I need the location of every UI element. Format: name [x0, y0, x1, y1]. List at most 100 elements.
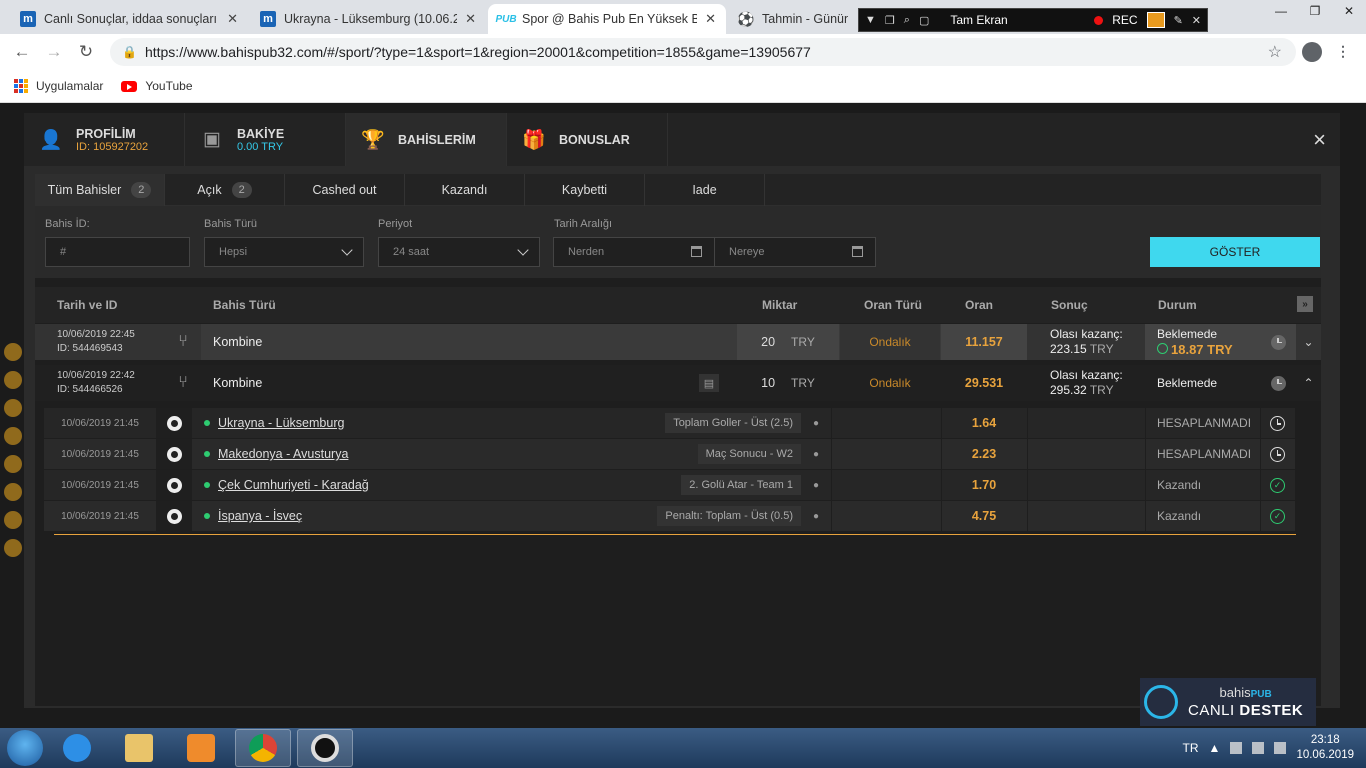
- subtab-cashed-out[interactable]: Cashed out: [285, 174, 405, 206]
- selection-match-link[interactable]: Makedonya - Avusturya: [204, 439, 348, 469]
- period-select[interactable]: 24 saat: [378, 237, 540, 267]
- status-icon-cell: ✓: [1260, 501, 1295, 531]
- stats-icon[interactable]: ●: [801, 501, 831, 531]
- close-tab-icon[interactable]: ✕: [465, 11, 476, 27]
- tab-balance[interactable]: ▣ BAKİYE 0.00 TRY: [185, 113, 346, 166]
- tray-expand-icon[interactable]: ▲: [1209, 741, 1221, 755]
- close-tab-icon[interactable]: ✕: [227, 11, 238, 27]
- close-recorder-icon[interactable]: ✕: [1192, 14, 1201, 27]
- rec-label[interactable]: REC: [1112, 13, 1137, 27]
- tab-bonuses[interactable]: 🎁 BONUSLAR: [507, 113, 668, 166]
- tab-my-bets[interactable]: 🏆 BAHİSLERİM: [346, 113, 507, 166]
- back-icon[interactable]: ←: [6, 42, 38, 62]
- volume-icon[interactable]: [1274, 742, 1287, 754]
- pen-icon[interactable]: ✎: [1174, 14, 1183, 27]
- stats-icon[interactable]: ●: [801, 408, 831, 438]
- result-currency: TRY: [1089, 342, 1114, 356]
- language-indicator[interactable]: TR: [1183, 741, 1199, 755]
- subtab-lost[interactable]: Kaybetti: [525, 174, 645, 206]
- region-icon[interactable]: ▢: [919, 14, 929, 27]
- zoom-icon[interactable]: ⌕: [904, 14, 910, 27]
- taskbar-chrome[interactable]: [235, 729, 291, 767]
- browser-tab-2[interactable]: m Ukrayna - Lüksemburg (10.06.20 ✕: [250, 4, 486, 34]
- browser-tab-4[interactable]: ⚽ Tahmin - Günün R: [728, 4, 858, 34]
- selection-match-link[interactable]: İspanya - İsveç: [204, 501, 302, 531]
- bet-row[interactable]: 10/06/2019 22:42 ID: 544466526 ⑂ Kombine …: [35, 365, 1321, 401]
- bookmark-youtube[interactable]: YouTube: [121, 79, 193, 93]
- date-range-label: Tarih Aralığı: [554, 218, 613, 230]
- subtab-won[interactable]: Kazandı: [405, 174, 525, 206]
- browser-tab-3[interactable]: PUB Spor @ Bahis Pub En Yüksek Bah ✕: [488, 4, 726, 34]
- collapse-chevron-icon[interactable]: ⌃: [1296, 365, 1321, 401]
- clock[interactable]: 23:18 10.06.2019: [1296, 733, 1354, 763]
- bet-row[interactable]: 10/06/2019 22:45 ID: 544469543 ⑂ Kombine …: [35, 324, 1321, 360]
- bet-type-select[interactable]: Hepsi: [204, 237, 364, 267]
- camera-icon[interactable]: [1146, 12, 1165, 28]
- reload-icon[interactable]: ↻: [70, 42, 102, 62]
- close-tab-icon[interactable]: ✕: [705, 11, 716, 27]
- account-avatar-icon[interactable]: [1302, 42, 1322, 62]
- calendar-icon[interactable]: [852, 246, 863, 257]
- date-from-input[interactable]: Nerden: [553, 237, 715, 267]
- network-icon[interactable]: [1252, 742, 1265, 754]
- dropdown-icon[interactable]: ▼: [865, 14, 876, 26]
- sport-icon[interactable]: [4, 455, 22, 473]
- forward-icon[interactable]: →: [38, 42, 70, 62]
- match-name: Makedonya - Avusturya: [218, 447, 349, 461]
- gift-icon[interactable]: ▤: [699, 374, 719, 392]
- sport-icon[interactable]: [4, 483, 22, 501]
- minimize-icon[interactable]: —: [1264, 0, 1298, 22]
- clock-icon: [1270, 375, 1286, 391]
- brand-suffix: PUB: [1250, 689, 1272, 700]
- selection-match-link[interactable]: Çek Cumhuriyeti - Karadağ: [204, 470, 369, 500]
- calendar-icon[interactable]: [691, 246, 702, 257]
- bet-type-label: Bahis Türü: [204, 218, 257, 230]
- subtab-open[interactable]: Açık 2: [165, 174, 285, 206]
- subtab-all-bets[interactable]: Tüm Bahisler 2: [35, 174, 165, 206]
- flag-icon[interactable]: [1230, 742, 1243, 754]
- subtab-label: Açık: [197, 183, 222, 197]
- subtab-refund[interactable]: Iade: [645, 174, 765, 206]
- selection-match-link[interactable]: Ukrayna - Lüksemburg: [204, 408, 344, 438]
- live-support-widget[interactable]: bahisPUB CANLI DESTEK: [1140, 678, 1316, 726]
- date-to-input[interactable]: Nereye: [714, 237, 876, 267]
- sport-icon[interactable]: [4, 399, 22, 417]
- taskbar-recorder[interactable]: [297, 729, 353, 767]
- ie-icon: [63, 734, 91, 762]
- close-modal-icon[interactable]: ×: [1313, 127, 1326, 153]
- tab-profile[interactable]: 👤 PROFİLİM ID: 105927202: [24, 113, 185, 166]
- stats-icon[interactable]: ●: [801, 439, 831, 469]
- selection-status: Kazandı: [1157, 509, 1202, 523]
- expand-chevron-icon[interactable]: ⌄: [1296, 324, 1321, 360]
- taskbar-media[interactable]: [173, 729, 229, 767]
- bet-type: Kombine: [213, 335, 263, 349]
- period-label: Periyot: [378, 218, 413, 230]
- taskbar-ie[interactable]: [49, 729, 105, 767]
- cashout-button[interactable]: 18.87 TRY: [1157, 342, 1233, 357]
- taskbar-explorer[interactable]: [111, 729, 167, 767]
- bookmark-apps[interactable]: Uygulamalar: [14, 79, 103, 94]
- media-player-icon: [187, 734, 215, 762]
- bet-filter-tabs: Tüm Bahisler 2 Açık 2 Cashed out Kazandı K…: [35, 174, 1321, 206]
- support-brand: bahisPUB: [1188, 685, 1303, 703]
- check-icon: ✓: [1270, 477, 1285, 493]
- url-field[interactable]: 🔒 https://www.bahispub32.com/#/sport/?ty…: [110, 38, 1296, 66]
- show-button[interactable]: GÖSTER: [1150, 237, 1320, 267]
- sport-icon[interactable]: [4, 427, 22, 445]
- start-button[interactable]: [7, 730, 43, 766]
- bet-id-input[interactable]: #: [45, 237, 190, 267]
- maximize-icon[interactable]: ❐: [1298, 0, 1332, 22]
- sport-icon[interactable]: [4, 343, 22, 361]
- fullscreen-label[interactable]: Tam Ekran: [950, 13, 1007, 27]
- close-window-icon[interactable]: ✕: [1332, 0, 1366, 22]
- sport-icon[interactable]: [4, 371, 22, 389]
- sport-icon[interactable]: [4, 539, 22, 557]
- sport-icon[interactable]: [4, 511, 22, 529]
- selection-row: 10/06/2019 21:45 Ukrayna - Lüksemburg To…: [44, 408, 1295, 438]
- bookmark-star-icon[interactable]: ☆: [1268, 42, 1282, 62]
- browser-tab-1[interactable]: m Canlı Sonuçlar, iddaa sonuçları @ ✕: [10, 4, 248, 34]
- expand-all-icon[interactable]: »: [1297, 296, 1313, 312]
- restore-icon[interactable]: ❐: [885, 14, 895, 27]
- stats-icon[interactable]: ●: [801, 470, 831, 500]
- browser-menu-icon[interactable]: ⋮: [1336, 43, 1350, 60]
